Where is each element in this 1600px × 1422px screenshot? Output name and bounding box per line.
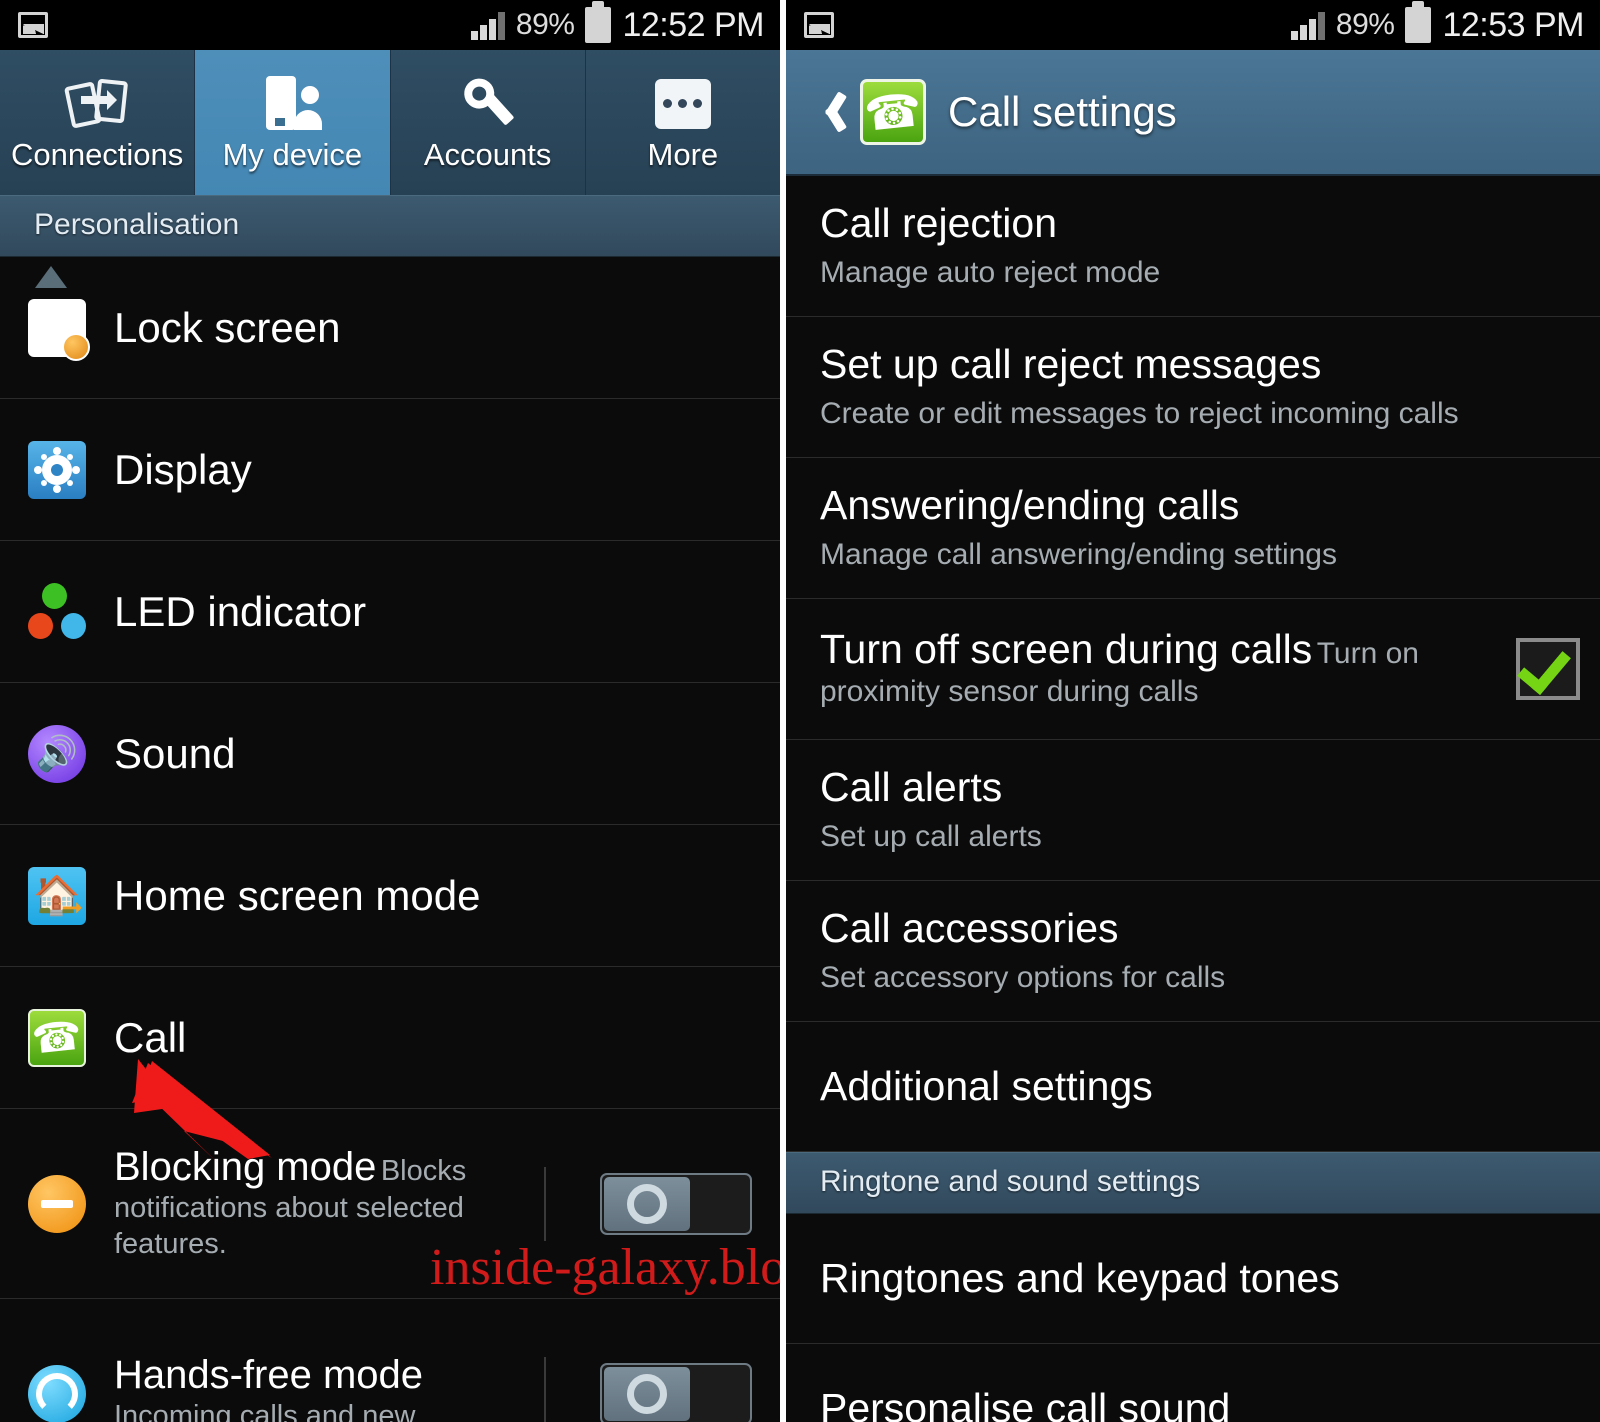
right-status-bar: 89% 12:53 PM	[786, 0, 1600, 50]
list-item-label: Blocking mode	[114, 1144, 377, 1189]
my-device-settings-list: Lock screen Display LED indicator 🔊 Soun…	[0, 257, 780, 1422]
divider	[544, 1356, 546, 1422]
list-item-sublabel: Set accessory options for calls	[820, 960, 1226, 994]
list-item-label: Additional settings	[820, 1062, 1153, 1109]
led-indicator-icon	[28, 582, 86, 641]
display-icon	[28, 440, 86, 499]
tab-my-device-label: My device	[222, 136, 363, 172]
list-item-label: Set up call reject messages	[820, 340, 1322, 387]
list-item-label: Sound	[114, 729, 236, 777]
tab-accounts-label: Accounts	[423, 136, 552, 172]
section-header-personalisation: Personalisation	[0, 195, 780, 257]
list-item-call-rejection[interactable]: Call rejection Manage auto reject mode	[786, 176, 1600, 317]
blocking-mode-icon	[28, 1174, 86, 1233]
list-item-turn-off-screen-during-calls[interactable]: Turn off screen during calls Turn on pro…	[786, 599, 1600, 740]
connections-icon	[64, 73, 129, 135]
image-icon	[804, 12, 834, 38]
list-item-sublabel: Incoming calls and new	[114, 1399, 416, 1422]
list-item-sublabel: Set up call alerts	[820, 819, 1042, 853]
tab-accounts[interactable]: Accounts	[391, 50, 586, 195]
tab-more-label: More	[647, 136, 719, 172]
list-item-additional-settings[interactable]: Additional settings	[786, 1022, 1600, 1152]
list-item-label: Answering/ending calls	[820, 481, 1240, 528]
list-item-blocking-mode[interactable]: Blocking mode Blocks notifications about…	[0, 1109, 780, 1299]
list-item-sublabel: Manage auto reject mode	[820, 255, 1161, 289]
ringtone-sound-settings-list: Ringtones and keypad tones Personalise c…	[786, 1214, 1600, 1422]
battery-icon	[1405, 1, 1432, 43]
right-phone-screen: 89% 12:53 PM Call settings Call rejectio…	[786, 0, 1600, 1422]
clock-label: 12:52 PM	[622, 5, 764, 44]
battery-percent-label: 89%	[1335, 8, 1395, 41]
tab-more[interactable]: More	[586, 50, 780, 195]
left-phone-screen: 89% 12:52 PM Connections My device Accou…	[0, 0, 780, 1422]
battery-percent-label: 89%	[515, 8, 575, 41]
sound-icon: 🔊	[28, 724, 86, 783]
list-item-display[interactable]: Display	[0, 399, 780, 541]
list-item-ringtones-and-keypad-tones[interactable]: Ringtones and keypad tones	[786, 1214, 1600, 1344]
list-item-label: Personalise call sound	[820, 1384, 1231, 1422]
divider	[544, 1166, 546, 1241]
battery-icon	[585, 1, 612, 43]
list-item-label: Hands-free mode	[114, 1352, 424, 1397]
turn-off-screen-checkbox[interactable]	[1516, 638, 1580, 700]
status-bar-right-cluster: 89% 12:53 PM	[1290, 1, 1584, 45]
image-icon	[18, 12, 48, 38]
list-item-answering-ending-calls[interactable]: Answering/ending calls Manage call answe…	[786, 458, 1600, 599]
blocking-mode-toggle[interactable]	[600, 1172, 752, 1235]
hands-free-mode-toggle[interactable]	[600, 1362, 752, 1422]
list-item-hands-free-mode[interactable]: Hands-free mode Incoming calls and new	[0, 1299, 780, 1422]
list-item-sound[interactable]: 🔊 Sound	[0, 683, 780, 825]
tab-connections-label: Connections	[10, 136, 184, 172]
more-dots-icon	[654, 73, 711, 135]
list-item-set-up-call-reject-messages[interactable]: Set up call reject messages Create or ed…	[786, 317, 1600, 458]
list-item-label: Ringtones and keypad tones	[820, 1254, 1340, 1301]
list-item-label: LED indicator	[114, 587, 367, 635]
dual-screenshot-container: 89% 12:52 PM Connections My device Accou…	[0, 0, 1600, 1422]
list-item-personalise-call-sound[interactable]: Personalise call sound	[786, 1344, 1600, 1422]
settings-tab-bar: Connections My device Accounts More	[0, 50, 780, 195]
call-settings-list: Call rejection Manage auto reject mode S…	[786, 176, 1600, 1152]
list-item-sublabel: Create or edit messages to reject incomi…	[820, 396, 1459, 430]
list-item-label: Call rejection	[820, 199, 1057, 246]
list-item-label: Turn off screen during calls	[820, 626, 1313, 673]
back-chevron-icon[interactable]	[812, 90, 838, 134]
list-item-home-screen-mode[interactable]: 🏠 ➞ Home screen mode	[0, 825, 780, 967]
list-item-label: Home screen mode	[114, 871, 481, 919]
tab-connections[interactable]: Connections	[0, 50, 196, 195]
list-item-label: Call	[114, 1013, 187, 1061]
status-bar-right-cluster: 89% 12:52 PM	[470, 1, 764, 45]
list-item-label: Call alerts	[820, 763, 1003, 810]
hands-free-mode-icon	[28, 1364, 86, 1422]
my-device-icon	[262, 73, 323, 135]
signal-bars-icon	[1290, 10, 1325, 40]
accounts-key-icon	[459, 73, 517, 135]
list-item-label: Lock screen	[114, 303, 341, 351]
home-screen-mode-icon: 🏠 ➞	[28, 866, 86, 925]
call-icon	[28, 1008, 86, 1067]
list-item-call-accessories[interactable]: Call accessories Set accessory options f…	[786, 881, 1600, 1022]
list-item-sublabel: Manage call answering/ending settings	[820, 537, 1337, 571]
list-item-call[interactable]: Call	[0, 967, 780, 1109]
list-item-label: Display	[114, 445, 252, 493]
list-item-lock-screen[interactable]: Lock screen	[0, 257, 780, 399]
call-icon	[860, 79, 926, 145]
list-item-led-indicator[interactable]: LED indicator	[0, 541, 780, 683]
clock-label: 12:53 PM	[1442, 5, 1584, 44]
lock-screen-icon	[28, 298, 90, 361]
section-header-ringtone-and-sound-settings: Ringtone and sound settings	[786, 1152, 1600, 1214]
call-settings-action-bar: Call settings	[786, 50, 1600, 176]
signal-bars-icon	[470, 10, 505, 40]
list-item-label: Call accessories	[820, 904, 1119, 951]
left-status-bar: 89% 12:52 PM	[0, 0, 780, 50]
tab-my-device[interactable]: My device	[195, 50, 391, 195]
page-title: Call settings	[948, 88, 1177, 135]
list-item-call-alerts[interactable]: Call alerts Set up call alerts	[786, 740, 1600, 881]
